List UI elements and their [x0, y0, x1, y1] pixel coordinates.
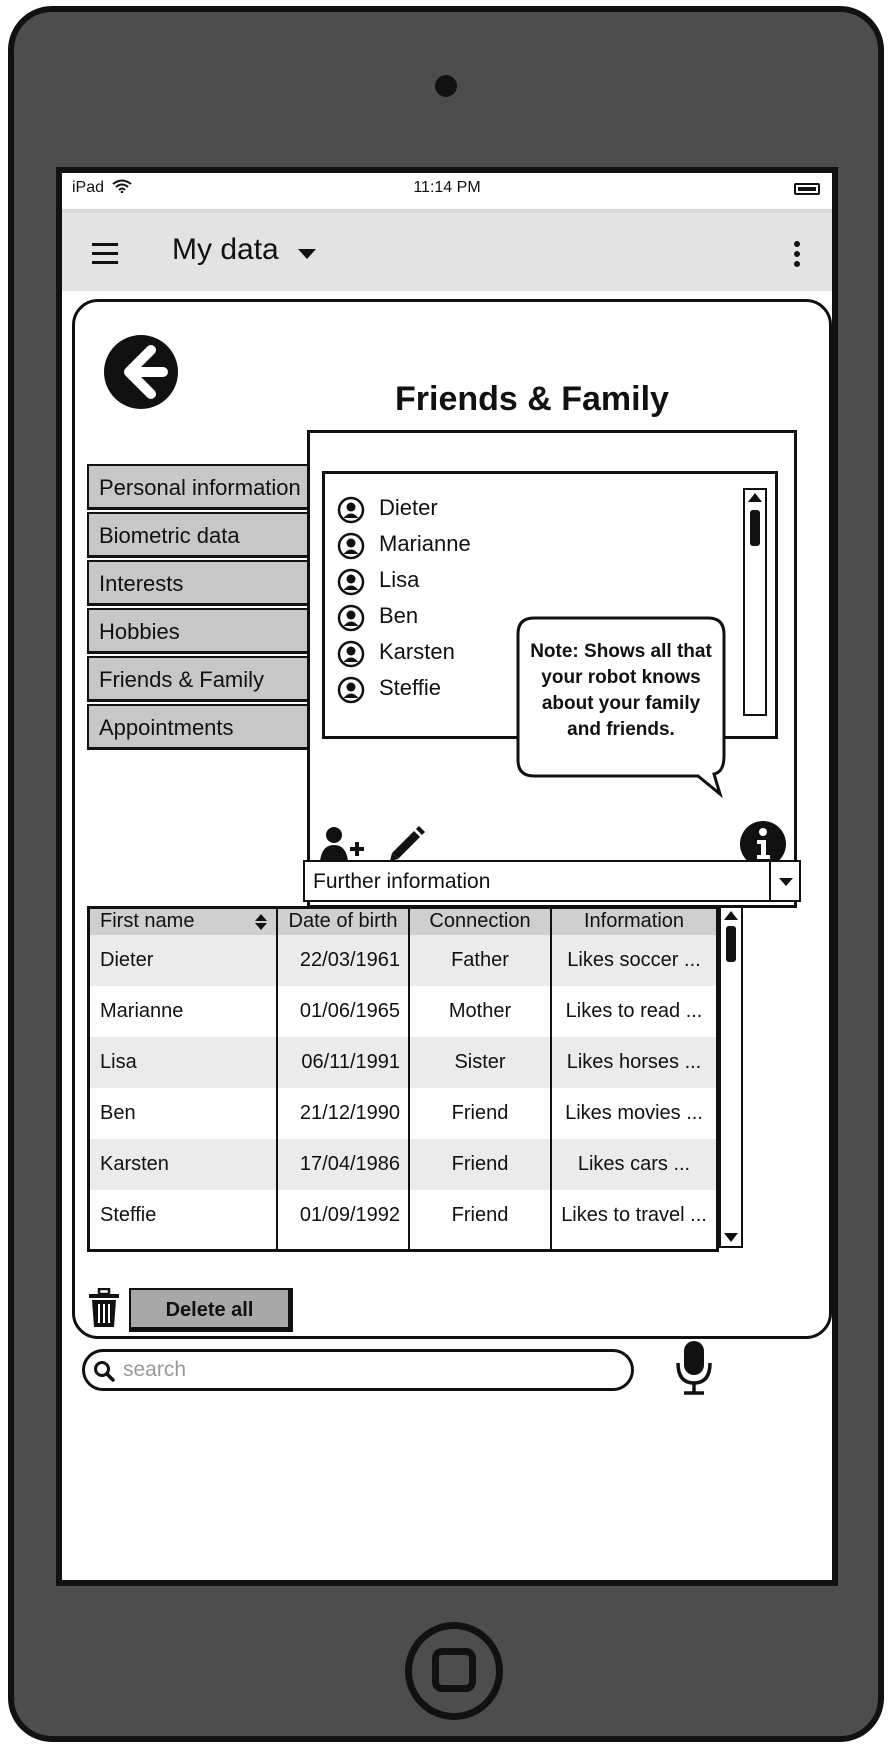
- home-button-icon: [432, 1648, 476, 1692]
- scroll-down-icon[interactable]: [724, 1233, 738, 1242]
- trash-icon[interactable]: [87, 1288, 121, 1328]
- cell-connection: Friend: [451, 1204, 509, 1226]
- user-icon: [337, 604, 365, 632]
- battery-icon: [794, 183, 820, 195]
- status-time: 11:14 PM: [413, 179, 481, 196]
- user-icon: [337, 676, 365, 704]
- main-panel: Friends & Family Personal information Bi…: [72, 299, 832, 1339]
- column-divider: [408, 909, 410, 1249]
- cell-date-of-birth: 17/04/1986: [299, 1153, 400, 1175]
- table-row[interactable]: Ben 21/12/1990 Friend Likes movies ...: [90, 1088, 716, 1139]
- cell-information: Likes horses ...: [566, 1051, 702, 1073]
- microphone-icon[interactable]: [674, 1339, 714, 1395]
- table-row[interactable]: Dieter 22/03/1961 Father Likes soccer ..…: [90, 935, 716, 986]
- cell-first-name: Dieter: [100, 949, 154, 971]
- column-header-connection[interactable]: Connection: [410, 909, 550, 935]
- cell-first-name: Lisa: [100, 1051, 137, 1073]
- cell-information: Likes cars ...: [577, 1153, 691, 1175]
- scroll-thumb[interactable]: [750, 510, 760, 546]
- user-icon: [337, 568, 365, 596]
- delete-all-button[interactable]: Delete all: [129, 1288, 293, 1332]
- note-text: Note: Shows all that your robot knows ab…: [530, 641, 712, 740]
- cell-information: Likes to travel ...: [561, 1204, 707, 1226]
- column-divider: [276, 909, 278, 1249]
- table-row[interactable]: Marianne 01/06/1965 Mother Likes to read…: [90, 986, 716, 1037]
- cell-connection: Friend: [451, 1102, 509, 1124]
- header-label: First name: [100, 910, 195, 932]
- chevron-down-icon[interactable]: [298, 249, 316, 259]
- column-header-first-name[interactable]: First name: [90, 909, 276, 935]
- cell-connection: Sister: [454, 1051, 506, 1073]
- user-icon: [337, 532, 365, 560]
- person-name: Dieter: [379, 495, 438, 520]
- cell-date-of-birth: 21/12/1990: [299, 1102, 400, 1124]
- scroll-up-icon[interactable]: [748, 493, 762, 502]
- cell-connection: Friend: [451, 1153, 509, 1175]
- person-name: Steffie: [379, 675, 441, 700]
- page-title: Friends & Family: [395, 380, 669, 418]
- table-row[interactable]: Lisa 06/11/1991 Sister Likes horses ...: [90, 1037, 716, 1088]
- sort-icon[interactable]: [254, 913, 268, 931]
- back-arrow-icon[interactable]: [101, 332, 181, 412]
- tab-biometric-data[interactable]: Biometric data: [87, 512, 337, 558]
- person-name: Lisa: [379, 567, 420, 592]
- scroll-up-icon[interactable]: [724, 911, 738, 920]
- cell-first-name: Ben: [100, 1102, 136, 1124]
- table-row[interactable]: Karsten 17/04/1986 Friend Likes cars ...: [90, 1139, 716, 1190]
- app-title[interactable]: My data: [172, 233, 279, 267]
- cell-first-name: Marianne: [100, 1000, 184, 1022]
- cell-information: Likes soccer ...: [567, 949, 701, 971]
- battery-level: [798, 187, 816, 191]
- hamburger-icon[interactable]: [92, 243, 118, 265]
- person-name: Ben: [379, 603, 419, 628]
- person-name: Marianne: [379, 531, 471, 556]
- search-placeholder: search: [123, 1358, 187, 1381]
- cell-first-name: Steffie: [100, 1204, 157, 1226]
- chevron-down-icon: [779, 878, 793, 886]
- screen: iPad 11:14 PM My data Friends & Family P…: [56, 167, 838, 1586]
- cell-date-of-birth: 06/11/1991: [301, 1051, 400, 1073]
- camera: [435, 75, 457, 97]
- pencil-icon[interactable]: [386, 825, 426, 865]
- cell-information: Likes to read ...: [565, 1000, 703, 1022]
- cell-first-name: Karsten: [100, 1153, 169, 1175]
- further-info-dropdown-button[interactable]: [769, 860, 801, 902]
- scroll-thumb[interactable]: [726, 926, 736, 962]
- cell-connection: Father: [451, 949, 509, 971]
- table-row[interactable]: Steffie 01/09/1992 Friend Likes to trave…: [90, 1190, 716, 1241]
- user-icon: [337, 496, 365, 524]
- add-user-icon[interactable]: [320, 825, 366, 865]
- detail-panel: Dieter Marianne Lisa Ben Karsten Steffie…: [307, 430, 797, 908]
- cell-connection: Mother: [448, 1000, 512, 1022]
- column-divider: [550, 909, 552, 1249]
- person-name: Karsten: [379, 639, 455, 664]
- list-scrollbar[interactable]: [743, 488, 767, 716]
- kebab-icon[interactable]: [794, 241, 800, 267]
- app-bar: My data: [62, 213, 832, 291]
- cell-date-of-birth: 22/03/1961: [299, 949, 400, 971]
- table-scrollbar[interactable]: [719, 906, 743, 1248]
- tab-hobbies[interactable]: Hobbies: [87, 608, 337, 654]
- search-input[interactable]: search: [82, 1349, 634, 1391]
- column-header-information[interactable]: Information: [552, 909, 716, 935]
- tab-personal-information[interactable]: Personal information: [87, 464, 337, 510]
- cell-information: Likes movies ...: [565, 1102, 703, 1124]
- search-icon: [94, 1361, 115, 1382]
- tab-appointments[interactable]: Appointments: [87, 704, 337, 750]
- further-info-select[interactable]: Further information: [303, 860, 771, 902]
- family-table: First name Date of birth Connection Info…: [87, 906, 719, 1252]
- tab-friends-family[interactable]: Friends & Family: [87, 656, 337, 702]
- user-icon: [337, 640, 365, 668]
- column-header-date-of-birth[interactable]: Date of birth: [278, 909, 408, 935]
- cell-date-of-birth: 01/09/1992: [299, 1204, 400, 1226]
- cell-date-of-birth: 01/06/1965: [299, 1000, 400, 1022]
- tab-interests[interactable]: Interests: [87, 560, 337, 606]
